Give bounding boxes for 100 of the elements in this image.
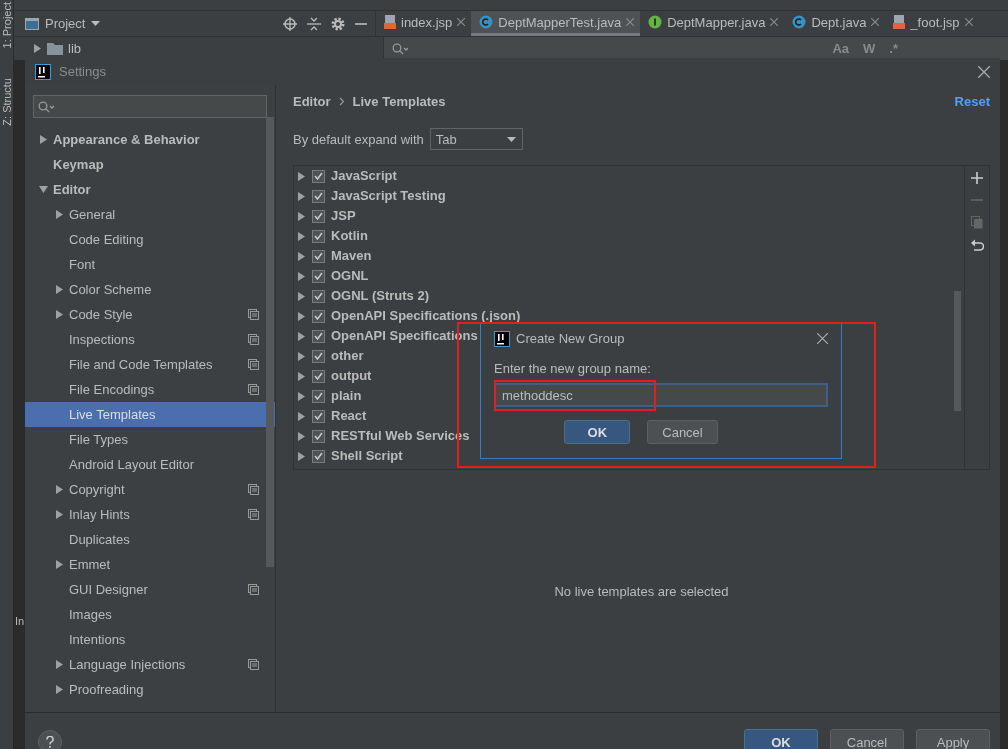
checkbox[interactable] [312,289,325,303]
collapse-all-icon[interactable] [307,16,321,31]
collapsed-arrow-icon[interactable] [297,231,306,241]
reset-link[interactable]: Reset [954,93,990,109]
panel-tab[interactable]: In [14,615,25,749]
tree-item[interactable]: File Types [25,427,275,452]
checkbox[interactable] [312,389,325,403]
dialog-button[interactable]: Apply [916,728,990,749]
collapsed-arrow-icon[interactable] [297,311,306,321]
checkbox[interactable] [312,269,325,283]
tree-item[interactable]: Inlay Hints [25,502,275,527]
checkbox[interactable] [312,209,325,223]
editor-tab[interactable]: DeptMapperTest.java [471,11,641,36]
close-icon[interactable] [817,333,828,344]
expanded-arrow-icon[interactable] [39,185,48,194]
checkbox[interactable] [312,169,325,183]
tree-item[interactable]: Color Scheme [25,277,275,302]
tree-item[interactable]: Copyright [25,477,275,502]
close-icon[interactable] [871,18,880,26]
editor-tab[interactable]: _foot.jsp [885,11,979,36]
search-icon[interactable] [38,100,54,113]
template-group[interactable]: JSP [331,209,356,223]
collapsed-arrow-icon[interactable] [297,271,306,281]
tree-item[interactable]: Code Editing [25,227,275,252]
editor-tab[interactable]: DeptMapper.java [640,11,785,36]
editor-tab[interactable]: Dept.java [784,11,886,36]
collapsed-arrow-icon[interactable] [297,451,306,461]
collapsed-arrow-icon[interactable] [297,411,306,421]
tree-item[interactable]: Inspections [25,327,275,352]
collapsed-arrow-icon[interactable] [39,135,48,144]
template-group[interactable]: OGNL [331,269,369,283]
collapsed-arrow-icon[interactable] [297,351,306,361]
dialog-button[interactable]: OK [744,728,818,749]
tree-item[interactable]: Font [25,252,275,277]
tree-item[interactable]: Android Layout Editor [25,452,275,477]
collapsed-arrow-icon[interactable] [55,210,64,219]
checkbox[interactable] [312,309,325,323]
collapsed-arrow-icon[interactable] [55,485,64,494]
template-group[interactable]: React [331,409,367,423]
dialog-button[interactable]: OK [564,420,631,444]
collapsed-arrow-icon[interactable] [55,685,64,694]
collapsed-arrow-icon[interactable] [297,431,306,441]
template-group[interactable]: OpenAPI Specifications (.json) [331,309,521,323]
tree-item[interactable]: Language Injections [25,652,275,677]
tree-item[interactable]: Editor [25,177,275,202]
checkbox[interactable] [312,349,325,363]
close-icon[interactable] [457,18,466,26]
collapsed-arrow-icon[interactable] [297,191,306,201]
search-field[interactable] [33,95,267,118]
panel-title[interactable]: Project [45,16,86,31]
template-group[interactable]: JavaScript Testing [331,189,446,203]
settings-icon[interactable] [331,16,345,31]
side-tab[interactable]: Z: Structu [0,78,13,127]
collapsed-arrow-icon[interactable] [297,291,306,301]
template-group[interactable]: Maven [331,249,372,263]
checkbox[interactable] [312,429,325,443]
collapsed-arrow-icon[interactable] [55,285,64,294]
search-icon[interactable] [392,42,408,55]
tree-item[interactable]: General [25,202,275,227]
close-icon[interactable] [626,18,635,26]
template-group[interactable]: output [331,369,372,383]
close-icon[interactable] [978,65,990,78]
tree-item[interactable]: Appearance & Behavior [25,127,275,152]
template-group[interactable]: Kotlin [331,229,368,243]
tree-item[interactable]: Emmet [25,552,275,577]
tree-item[interactable]: lib [68,41,81,56]
close-icon[interactable] [964,18,973,26]
add-icon[interactable] [971,172,983,184]
scrollbar-thumb[interactable] [266,117,274,567]
help-button[interactable] [38,729,62,749]
checkbox[interactable] [312,189,325,203]
template-group[interactable]: Shell Script [331,449,403,463]
dropdown-caret-icon[interactable] [91,20,101,27]
group-name-field[interactable]: methoddesc [494,383,828,407]
undo-icon[interactable] [970,239,984,251]
checkbox[interactable] [312,449,325,463]
checkbox[interactable] [312,369,325,383]
close-icon[interactable] [770,18,779,26]
checkbox[interactable] [312,249,325,263]
template-group[interactable]: other [331,349,364,363]
tree-item[interactable]: Code Style [25,302,275,327]
tree-item[interactable]: Keymap [25,152,275,177]
checkbox[interactable] [312,409,325,423]
collapsed-arrow-icon[interactable] [297,391,306,401]
collapsed-arrow-icon[interactable] [297,211,306,221]
crosshair-icon[interactable] [283,16,297,31]
collapsed-arrow-icon[interactable] [55,310,64,319]
checkbox[interactable] [312,229,325,243]
collapsed-arrow-icon[interactable] [297,331,306,341]
tree-item[interactable]: File and Code Templates [25,352,275,377]
template-group[interactable]: plain [331,389,362,403]
collapsed-arrow-icon[interactable] [55,660,64,669]
tree-item[interactable]: Intentions [25,627,275,652]
scrollbar-thumb[interactable] [954,291,961,411]
collapsed-arrow-icon[interactable] [297,371,306,381]
dialog-button[interactable]: Cancel [647,420,718,444]
tree-item[interactable]: File Encodings [25,377,275,402]
tree-item[interactable]: Live Templates [25,402,275,427]
tree-item[interactable]: Duplicates [25,527,275,552]
collapsed-arrow-icon[interactable] [297,171,306,181]
